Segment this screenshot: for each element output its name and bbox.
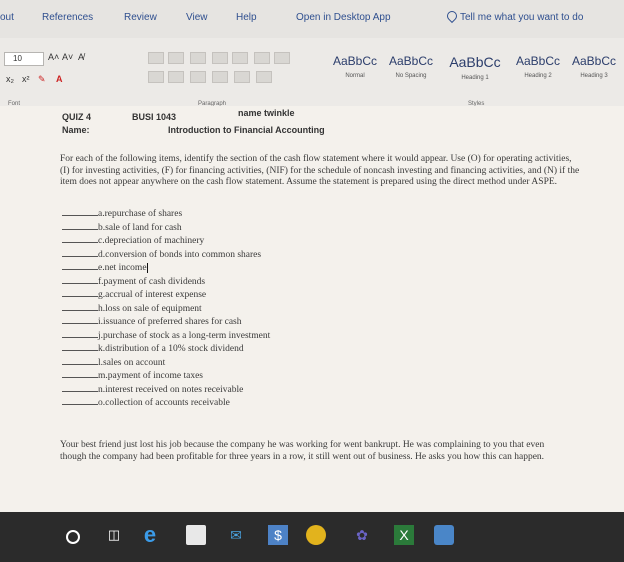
- tab-references[interactable]: References: [42, 12, 93, 23]
- increase-indent-icon[interactable]: [232, 52, 248, 64]
- tab-review[interactable]: Review: [124, 12, 157, 23]
- style-sample: AaBbCc: [388, 54, 434, 68]
- align-right-icon[interactable]: [190, 71, 206, 83]
- edge-icon[interactable]: e: [140, 524, 160, 546]
- tell-me-box[interactable]: Tell me what you want to do: [460, 12, 583, 23]
- shrink-font-button[interactable]: A˅: [62, 52, 73, 62]
- rtl-icon[interactable]: [274, 52, 290, 64]
- font-color-button[interactable]: A: [56, 74, 63, 84]
- bullets-icon[interactable]: [148, 52, 164, 64]
- align-center-icon[interactable]: [168, 71, 184, 83]
- list-item: c.depreciation of machinery: [62, 235, 204, 248]
- style-sample: AaBbCc: [571, 54, 617, 68]
- clear-format-button[interactable]: A̸: [78, 52, 84, 62]
- text-cursor: [146, 262, 148, 273]
- store-icon[interactable]: [186, 525, 206, 545]
- style-name: Heading 1: [461, 75, 489, 81]
- lightbulb-icon: [444, 8, 460, 24]
- font-size-field[interactable]: 10: [4, 52, 44, 66]
- list-item: b.sale of land for cash: [62, 222, 182, 235]
- list-item: l.sales on account: [62, 357, 165, 370]
- ribbon-toolbar: 10 A˄ A˅ A̸ x₂ x² ✎ A Font Paragraph AaB…: [0, 38, 624, 107]
- list-item: f.payment of cash dividends: [62, 276, 205, 289]
- style-heading-3[interactable]: AaBbCc Heading 3: [564, 48, 624, 88]
- course-code: BUSI 1043: [132, 112, 177, 122]
- style-heading-1[interactable]: AaBbCc Heading 1: [442, 48, 508, 88]
- excel-icon[interactable]: X: [394, 525, 414, 545]
- list-item: j.purchase of stock as a long-term inves…: [62, 330, 270, 343]
- list-item: g.accrual of interest expense: [62, 289, 206, 302]
- open-in-desktop-app[interactable]: Open in Desktop App: [296, 12, 391, 23]
- shading-icon[interactable]: [234, 71, 250, 83]
- list-item: e.net income: [62, 262, 148, 275]
- mail-icon[interactable]: ✉: [226, 525, 246, 545]
- list-item: a.repurchase of shares: [62, 208, 182, 221]
- quiz-label: QUIZ 4: [62, 112, 92, 122]
- ribbon-tab-bar: out References Review View Help Open in …: [0, 0, 624, 38]
- grow-font-button[interactable]: A˄: [48, 52, 59, 62]
- numbering-icon[interactable]: [168, 52, 184, 64]
- style-name: Heading 2: [524, 73, 552, 79]
- style-name: Heading 3: [580, 73, 608, 79]
- style-heading-2[interactable]: AaBbCc Heading 2: [505, 48, 571, 88]
- subscript-button[interactable]: x₂: [6, 74, 14, 84]
- messages-icon[interactable]: [434, 525, 454, 545]
- list-item: d.conversion of bonds into common shares: [62, 249, 261, 262]
- align-left-icon[interactable]: [148, 71, 164, 83]
- decrease-indent-icon[interactable]: [212, 52, 228, 64]
- teams-icon[interactable]: ✿: [352, 525, 372, 545]
- highlight-icon[interactable]: ✎: [38, 74, 46, 85]
- style-sample: AaBbCc: [515, 54, 561, 68]
- tab-view[interactable]: View: [186, 12, 208, 23]
- style-no-spacing[interactable]: AaBbCc No Spacing: [378, 48, 444, 88]
- document-page[interactable]: QUIZ 4 BUSI 1043 name twinkle Name: Intr…: [0, 106, 624, 512]
- tab-help[interactable]: Help: [236, 12, 257, 23]
- list-item: h.loss on sale of equipment: [62, 303, 202, 316]
- list-item: k.distribution of a 10% stock dividend: [62, 343, 244, 356]
- style-name: No Spacing: [395, 73, 427, 79]
- ltr-icon[interactable]: [254, 52, 270, 64]
- windows-taskbar: ◫ e ✉ $ ✿ X: [0, 512, 624, 562]
- list-item: n.interest received on notes receivable: [62, 384, 243, 397]
- line-spacing-icon[interactable]: [212, 71, 228, 83]
- bottom-paragraph: Your best friend just lost his job becau…: [60, 440, 545, 462]
- chrome-icon[interactable]: [306, 525, 326, 545]
- superscript-button[interactable]: x²: [22, 74, 30, 84]
- instructions-paragraph: For each of the following items, identif…: [60, 154, 580, 187]
- power-apps-icon[interactable]: $: [268, 525, 288, 545]
- multilevel-list-icon[interactable]: [190, 52, 206, 64]
- course-title: Introduction to Financial Accounting: [168, 125, 325, 135]
- tab-layout[interactable]: out: [0, 12, 14, 23]
- list-item: o.collection of accounts receivable: [62, 397, 230, 410]
- student-name: name twinkle: [238, 108, 295, 118]
- list-item: m.payment of income taxes: [62, 370, 203, 383]
- style-sample: AaBbCc: [449, 54, 501, 70]
- name-label: Name:: [62, 125, 90, 135]
- paragraph-mark-icon[interactable]: [256, 71, 272, 83]
- list-item: i.issuance of preferred shares for cash: [62, 316, 242, 329]
- search-circle-icon[interactable]: [66, 530, 80, 544]
- task-view-icon[interactable]: ◫: [104, 525, 124, 545]
